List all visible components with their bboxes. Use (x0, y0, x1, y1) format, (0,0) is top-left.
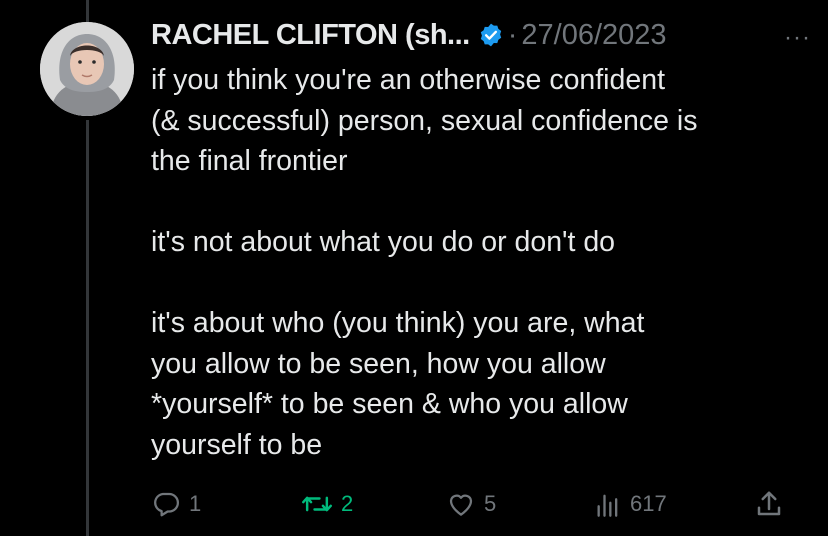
like-count: 5 (484, 491, 497, 516)
tweet-actions: 1 2 5 617 (151, 484, 791, 524)
author-name[interactable]: RACHEL CLIFTON (sh... (151, 19, 470, 52)
avatar-image (40, 22, 134, 116)
views-button[interactable]: 617 (594, 484, 667, 524)
header-separator: · (507, 18, 518, 51)
like-button[interactable]: 5 (446, 484, 496, 524)
share-button[interactable] (754, 484, 784, 524)
retweet-count: 2 (341, 491, 354, 516)
tweet-header: RACHEL CLIFTON (sh... · 27/06/2023 ··· (151, 14, 811, 56)
more-options-icon[interactable]: ··· (784, 24, 811, 52)
views-icon (597, 494, 618, 517)
reply-count: 1 (189, 491, 202, 516)
thread-line (86, 120, 89, 536)
reply-button[interactable]: 1 (151, 484, 201, 524)
heart-icon (449, 494, 473, 516)
tweet-text: if you think you're an otherwise confide… (151, 64, 698, 461)
share-icon (757, 491, 781, 516)
reply-icon (154, 492, 179, 517)
verified-badge-icon (478, 22, 504, 48)
avatar[interactable] (40, 22, 134, 116)
retweet-button[interactable]: 2 (301, 484, 353, 524)
tweet-date[interactable]: 27/06/2023 (521, 19, 666, 52)
views-count: 617 (630, 491, 667, 516)
retweet-icon (301, 496, 333, 512)
